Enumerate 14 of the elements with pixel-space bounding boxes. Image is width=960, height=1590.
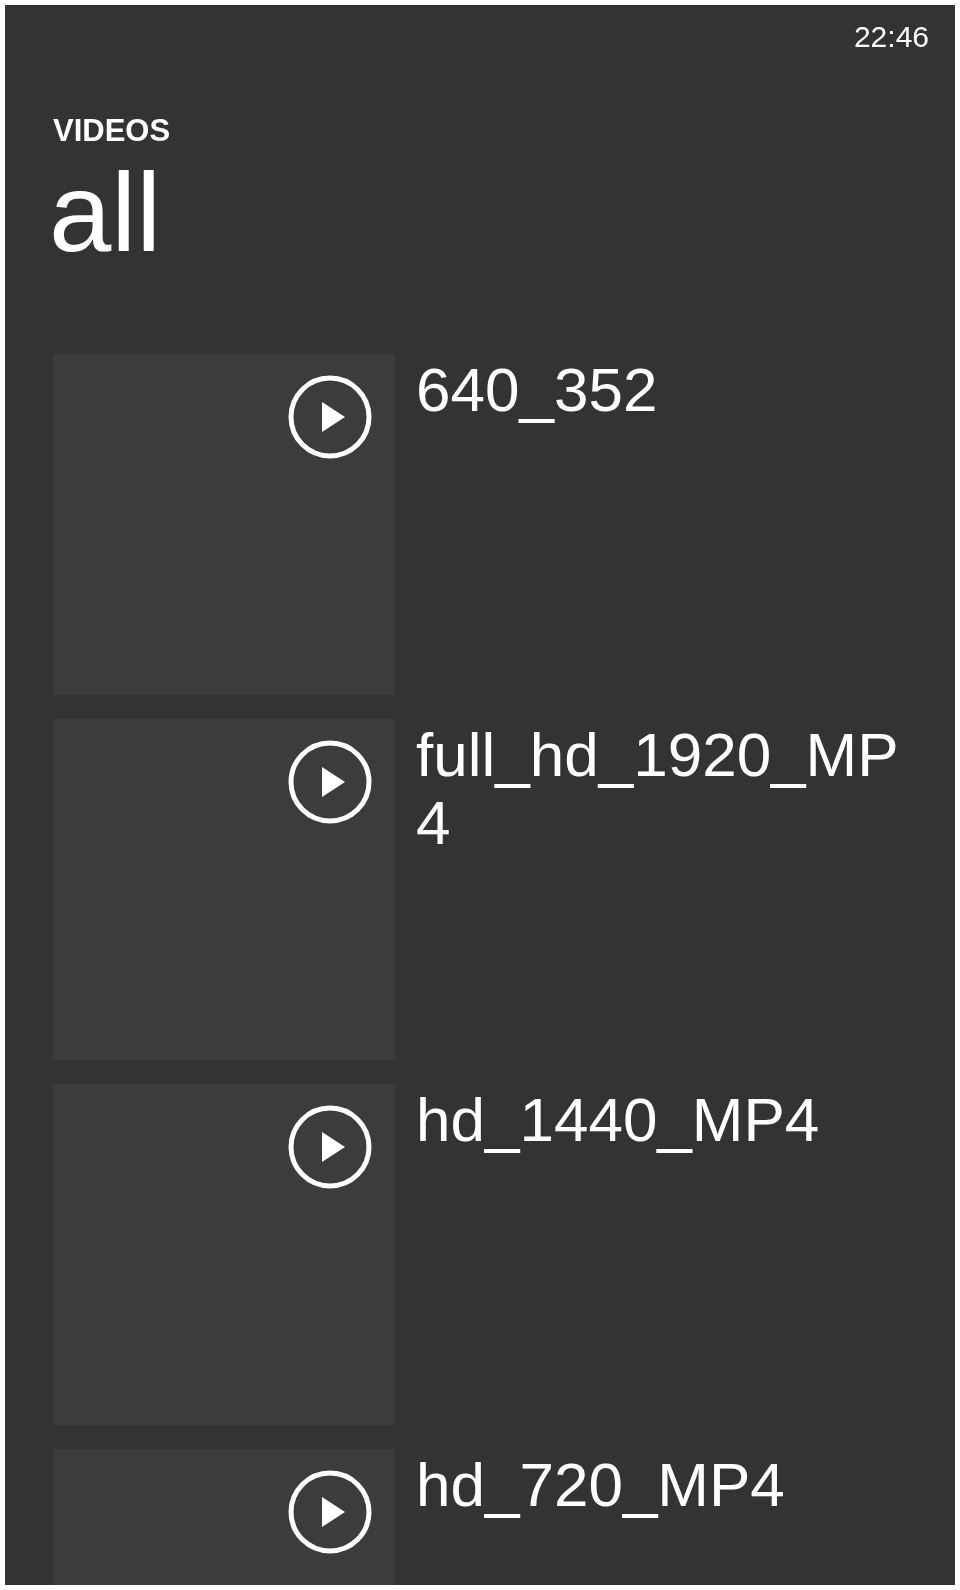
play-icon[interactable] — [287, 1469, 373, 1555]
video-thumbnail[interactable] — [53, 354, 395, 695]
video-title[interactable]: hd_1440_MP4 — [416, 1086, 916, 1154]
video-title[interactable]: 640_352 — [416, 356, 916, 424]
video-thumbnail[interactable] — [53, 719, 395, 1060]
app-title: VIDEOS — [53, 113, 171, 149]
video-title[interactable]: full_hd_1920_MP4 — [416, 721, 916, 857]
status-time: 22:46 — [853, 19, 929, 55]
play-icon[interactable] — [287, 1104, 373, 1190]
play-icon[interactable] — [287, 374, 373, 460]
play-icon[interactable] — [287, 739, 373, 825]
video-thumbnail[interactable] — [53, 1084, 395, 1425]
page-title: all — [49, 153, 162, 273]
video-title[interactable]: hd_720_MP4 — [416, 1451, 916, 1519]
